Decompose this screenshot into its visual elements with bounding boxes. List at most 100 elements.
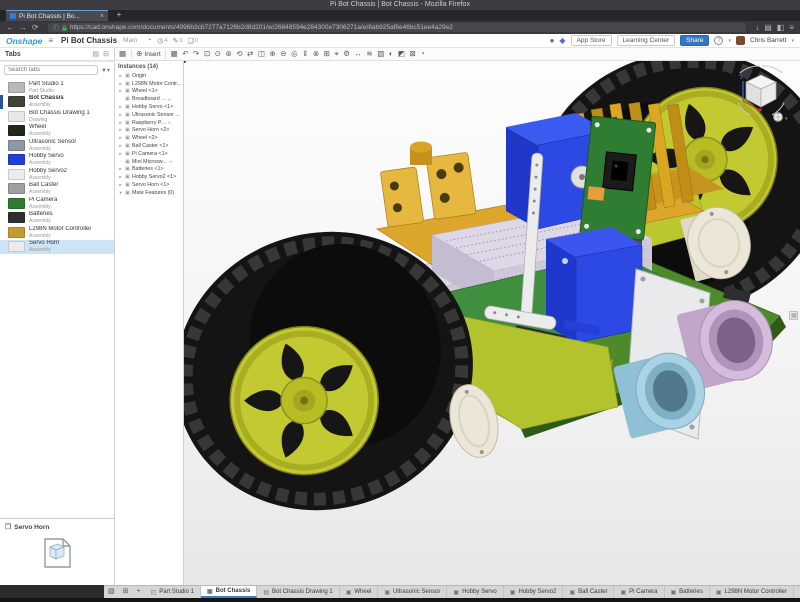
share-button[interactable]: Share <box>680 35 709 46</box>
help-button[interactable]: ? <box>714 36 723 45</box>
tab-manager-icon[interactable]: ⊞ <box>119 586 133 598</box>
document-tab[interactable]: ▣ Hobby Servo2 <box>504 586 564 598</box>
expand-arrow-icon[interactable]: ▸ <box>118 81 123 87</box>
expand-arrow-icon[interactable]: ▸ <box>118 120 123 126</box>
mirror-icon[interactable]: ◩ <box>398 48 405 60</box>
instance-row[interactable]: ▣ Mini Microsw... ∞ <box>118 158 183 166</box>
tabs-list-item[interactable]: Pi Camera Assembly <box>0 196 114 211</box>
rack-pinion-icon[interactable]: ↔ <box>354 48 362 60</box>
reload-button[interactable]: ⟳ <box>32 21 39 34</box>
document-tab[interactable]: ▣ Bot Chassis <box>201 586 257 598</box>
document-tab[interactable]: ▣ Ball Caster <box>563 586 614 598</box>
sidebar-icon[interactable]: ◧ <box>777 21 785 34</box>
pin-slot-mate-icon[interactable]: ⊖ <box>280 48 286 60</box>
view-menu-caret-icon[interactable]: ▾ <box>785 116 788 122</box>
browser-tab[interactable]: Pi Bot Chassis | Bo... × <box>6 10 108 21</box>
show-all-tabs-icon[interactable]: ▨ <box>104 586 119 598</box>
slider-mate-icon[interactable]: ⇄ <box>247 48 253 60</box>
instance-row[interactable]: ▸ ▣ Pi Camera <1> <box>118 150 183 158</box>
instance-row[interactable]: ▸ ▣ Raspberry P... ∞ <box>118 119 183 127</box>
document-tab[interactable]: ▣ Servo Horn <box>794 586 800 598</box>
tangent-mate-icon[interactable]: ⊗ <box>313 48 319 60</box>
insert-button[interactable]: ⊕ Insert <box>136 48 161 60</box>
instance-row[interactable]: ▸ ▣ Origin <box>118 72 183 80</box>
display-states-icon[interactable]: ◔ <box>420 48 425 60</box>
undo-icon[interactable]: ↶ <box>182 48 188 60</box>
header-badge[interactable]: ◔ <box>147 37 152 45</box>
instance-row[interactable]: ▸ ▣ Ball Caster <1> <box>118 142 183 150</box>
instance-row[interactable]: ▸ ▣ Ultrasonic Sensor ... <box>118 111 183 119</box>
explode-icon[interactable]: ⊠ <box>409 48 415 60</box>
cylindrical-mate-icon[interactable]: ⊕ <box>269 48 275 60</box>
search-input[interactable] <box>4 65 98 75</box>
circular-pattern-icon[interactable]: ◐ <box>389 48 394 60</box>
download-icon[interactable]: ↓ <box>755 21 759 34</box>
expand-arrow-icon[interactable]: ▸ <box>118 127 123 133</box>
app-store-button[interactable]: App Store <box>571 35 612 46</box>
tabs-list-item[interactable]: Wheel Assembly <box>0 124 114 139</box>
document-tab[interactable]: ▣ L298N Motor Controller <box>710 586 794 598</box>
ball-mate-icon[interactable]: ◎ <box>291 48 298 60</box>
instance-row[interactable]: ▸ ▣ Hobby Servo <1> <box>118 103 183 111</box>
tabs-list-item[interactable]: Hobby Servo2 Assembly <box>0 167 114 182</box>
header-badge[interactable]: ✎ 0 <box>173 37 183 45</box>
instance-row[interactable]: ▾ ▣ Mate Features (0) <box>118 189 183 197</box>
new-tab-button[interactable]: + <box>112 10 126 21</box>
expand-arrow-icon[interactable]: ▸ <box>118 135 123 141</box>
3d-viewport[interactable]: z ▾ <box>184 61 800 585</box>
ultrasonic-sensor[interactable] <box>613 269 781 440</box>
mate-connector-icon[interactable]: ⌖ <box>334 48 338 60</box>
document-tab[interactable]: ▣ Wheel <box>340 586 379 598</box>
document-tab[interactable]: ▣ Batteries <box>665 586 710 598</box>
feedback-icon[interactable]: ◆ <box>559 36 565 45</box>
add-tab-icon[interactable]: + <box>133 586 145 598</box>
user-name[interactable]: Chris Barrett <box>750 37 786 44</box>
header-badge[interactable]: ◷ 4 <box>157 37 167 45</box>
view-list-icon[interactable]: ▦ <box>171 48 178 60</box>
library-icon[interactable]: ▤ <box>764 21 772 34</box>
instance-row[interactable]: ▸ ▣ Servo Horn <2> <box>118 127 183 135</box>
site-info-icon[interactable]: ⓘ <box>53 23 59 32</box>
instance-row[interactable]: ▸ ▣ Batteries <1> <box>118 166 183 174</box>
tabs-list-item[interactable]: L298N Motor Controller Assembly <box>0 225 114 240</box>
avatar[interactable] <box>736 36 745 45</box>
document-tab[interactable]: ◰ Part Studio 1 <box>145 586 201 598</box>
document-tab[interactable]: ▣ Hobby Servo <box>447 586 503 598</box>
expand-arrow-icon[interactable]: ▸ <box>118 182 123 188</box>
document-menu-icon[interactable]: ≡ <box>48 36 53 45</box>
tabs-list-item[interactable]: Servo Horn Assembly <box>0 240 114 255</box>
gear-relation-icon[interactable]: ⚙ <box>343 48 350 60</box>
tabs-list-item[interactable]: Batteries Assembly <box>0 211 114 226</box>
robot-assembly-render[interactable] <box>184 61 800 585</box>
learning-center-button[interactable]: Learning Center <box>617 35 676 46</box>
tabs-list-item[interactable]: Bot Chassis Assembly <box>0 95 114 110</box>
filter-icon[interactable]: ▼▾ <box>101 67 110 74</box>
tabs-list-item[interactable]: Bot Chassis Drawing 1 Drawing <box>0 109 114 124</box>
instance-row[interactable]: ▸ ▣ Hobby Servo2 <1> <box>118 173 183 181</box>
document-tab[interactable]: ▣ Ultrasonic Sensor <box>378 586 447 598</box>
fastened-mate-icon[interactable]: ⊛ <box>225 48 231 60</box>
pi-camera[interactable] <box>580 116 656 240</box>
list-view-icon[interactable]: ▤ <box>93 50 100 58</box>
instance-row[interactable]: ▸ ▣ Wheel <2> <box>118 134 183 142</box>
forward-button[interactable]: → <box>19 21 27 34</box>
linear-pattern-icon[interactable]: ▧ <box>377 48 384 60</box>
expand-arrow-icon[interactable]: ▸ <box>118 166 123 172</box>
panel-toggle-icon[interactable]: ▦ <box>119 48 126 60</box>
view-cube[interactable]: z ▾ <box>730 63 792 125</box>
mate-icon[interactable]: ⊙ <box>215 48 221 60</box>
tabs-list-item[interactable]: Hobby Servo Assembly <box>0 153 114 168</box>
close-tab-icon[interactable]: × <box>100 11 104 22</box>
workspace-label[interactable]: Main <box>123 37 137 44</box>
select-icon[interactable]: ⊡ <box>204 48 210 60</box>
expand-arrow-icon[interactable]: ▸ <box>118 73 123 79</box>
collapse-panel-icon[interactable]: ⊟ <box>103 50 109 58</box>
instance-row[interactable]: ▸ ▣ Wheel <1> <box>118 88 183 96</box>
expand-arrow-icon[interactable]: ▸ <box>118 88 123 94</box>
redo-icon[interactable]: ↷ <box>193 48 199 60</box>
expand-arrow-icon[interactable]: ▸ <box>118 104 123 110</box>
comments-icon[interactable]: ● <box>550 36 555 45</box>
tabs-list-item[interactable]: Ultrasonic Sensor Assembly <box>0 138 114 153</box>
screw-relation-icon[interactable]: ≋ <box>366 48 372 60</box>
revolute-mate-icon[interactable]: ⟲ <box>236 48 242 60</box>
